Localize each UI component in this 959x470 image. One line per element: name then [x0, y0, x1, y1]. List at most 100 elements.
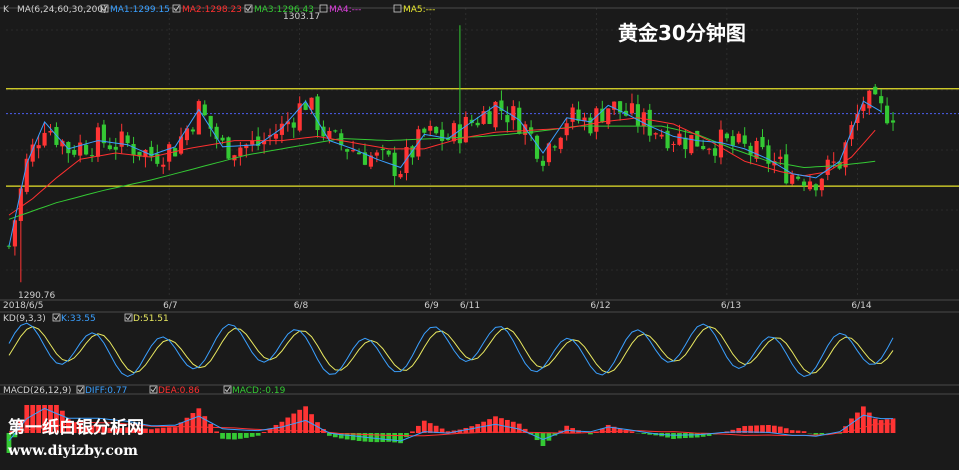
- high-label: 1303.17: [283, 12, 320, 22]
- macd-histogram-bar: [160, 427, 166, 433]
- candle-body: [677, 133, 682, 145]
- candle-body: [873, 86, 878, 95]
- x-tick-label: 2018/6/5: [3, 301, 43, 311]
- panel-headers: K MA(6,24,60,30,200) MA1:1299.15 MA2:1298.2…: [3, 4, 435, 396]
- macd-histogram-bar: [374, 433, 380, 443]
- x-tick-label: 6/7: [163, 301, 177, 311]
- candle-body: [161, 164, 166, 167]
- kd-panel: [8, 322, 894, 378]
- macd-histogram-bar: [481, 421, 487, 433]
- macd-histogram-bar: [677, 433, 682, 439]
- candle-body: [463, 116, 468, 143]
- candle-body: [505, 115, 510, 123]
- candle-body: [689, 135, 694, 154]
- macd-histogram-bar: [208, 423, 214, 433]
- candle-body: [695, 130, 700, 147]
- macd-histogram-bar: [380, 433, 386, 442]
- candle-body: [101, 124, 106, 144]
- candle-body: [629, 103, 635, 114]
- ma1-line: [8, 100, 882, 247]
- candle-body: [226, 137, 231, 159]
- candle-body: [831, 161, 836, 163]
- macd-histogram-bar: [255, 433, 261, 436]
- candle-body: [202, 104, 207, 116]
- macd-histogram-bar: [148, 429, 154, 433]
- macd-histogram-bar: [641, 433, 647, 434]
- candle-body: [659, 134, 664, 137]
- candle-body: [398, 173, 403, 178]
- candle-body: [653, 133, 658, 135]
- macd-dea-label: DEA:0.86: [158, 386, 200, 396]
- candle-body: [475, 122, 480, 126]
- candle-body: [457, 124, 462, 144]
- candle-body: [730, 136, 735, 146]
- macd-histogram-bar: [220, 433, 225, 439]
- macd-histogram-bar: [237, 433, 243, 439]
- macd-histogram-bar: [190, 413, 196, 433]
- macd-histogram-bar: [878, 420, 884, 433]
- candle-body: [220, 137, 225, 141]
- candle-body: [570, 107, 575, 122]
- macd-histogram-bar: [771, 425, 777, 433]
- macd-histogram-bar: [860, 406, 866, 433]
- ma-legend-label: MA2:1298.23: [182, 5, 242, 15]
- kd-d-checkbox-check: [125, 314, 132, 321]
- candle-body: [801, 181, 807, 186]
- macd-histogram-bar: [415, 425, 421, 433]
- macd-histogram-bar: [789, 430, 795, 433]
- candle-body: [95, 127, 101, 157]
- candle-body: [736, 133, 741, 143]
- candle-body: [819, 178, 824, 191]
- candle-body: [386, 150, 391, 155]
- candle-body: [778, 156, 783, 160]
- candle-body: [879, 96, 884, 104]
- watermark-url: www.diyizby.com: [7, 443, 138, 459]
- candle-body: [558, 137, 563, 149]
- candle-body: [208, 115, 213, 129]
- candle-body: [564, 123, 569, 136]
- candle-body: [742, 135, 747, 144]
- macd-histogram-bar: [226, 433, 231, 440]
- macd-histogram-bar: [172, 427, 178, 433]
- candle-body: [825, 159, 830, 175]
- macd-params-label: MACD(26,12,9): [3, 386, 71, 396]
- macd-histogram-bar: [629, 431, 635, 433]
- candle-body: [351, 150, 356, 152]
- candle-body: [440, 129, 445, 142]
- candle-body: [701, 145, 706, 150]
- candle-body: [635, 104, 640, 126]
- candle-body: [487, 111, 492, 124]
- candle-body: [131, 144, 136, 156]
- candle-body: [671, 143, 676, 145]
- candle-body: [374, 152, 379, 156]
- x-tick-label: 6/14: [851, 301, 871, 311]
- candle-body: [273, 134, 279, 139]
- macd-histogram-bar: [249, 433, 255, 437]
- macd-histogram-bar: [273, 424, 279, 433]
- candle-body: [511, 106, 516, 121]
- candle-body: [428, 125, 433, 131]
- macd-histogram-bar: [232, 433, 237, 440]
- macd-histogram-bar: [469, 426, 475, 433]
- kd-d-line: [8, 326, 894, 374]
- x-tick-label: 6/12: [590, 301, 610, 311]
- macd-histogram-bar: [777, 426, 783, 433]
- x-tick-label: 6/8: [294, 301, 309, 311]
- macd-histogram-bar: [166, 427, 172, 433]
- watermark-site-name: 第一纸白银分析网: [8, 417, 144, 438]
- price-panel: 2018/6/5 6/7 6/8 6/9 6/11 6/12 6/13 6/14: [3, 25, 959, 311]
- candle-body: [707, 148, 712, 150]
- candle-body: [422, 128, 427, 133]
- candle-body: [333, 130, 338, 132]
- macd-histogram-bar: [261, 432, 267, 433]
- macd-histogram-bar: [475, 424, 481, 433]
- candle-body: [890, 120, 896, 123]
- chart-title: 黄金30分钟图: [618, 21, 746, 45]
- x-tick-label: 6/13: [721, 301, 741, 311]
- candle-body: [451, 123, 457, 142]
- candle-body: [345, 149, 350, 152]
- macd-histogram-bar: [243, 433, 249, 438]
- candle-body: [291, 122, 296, 128]
- kd-k-label: K:33.55: [61, 314, 96, 324]
- candle-body: [107, 145, 112, 150]
